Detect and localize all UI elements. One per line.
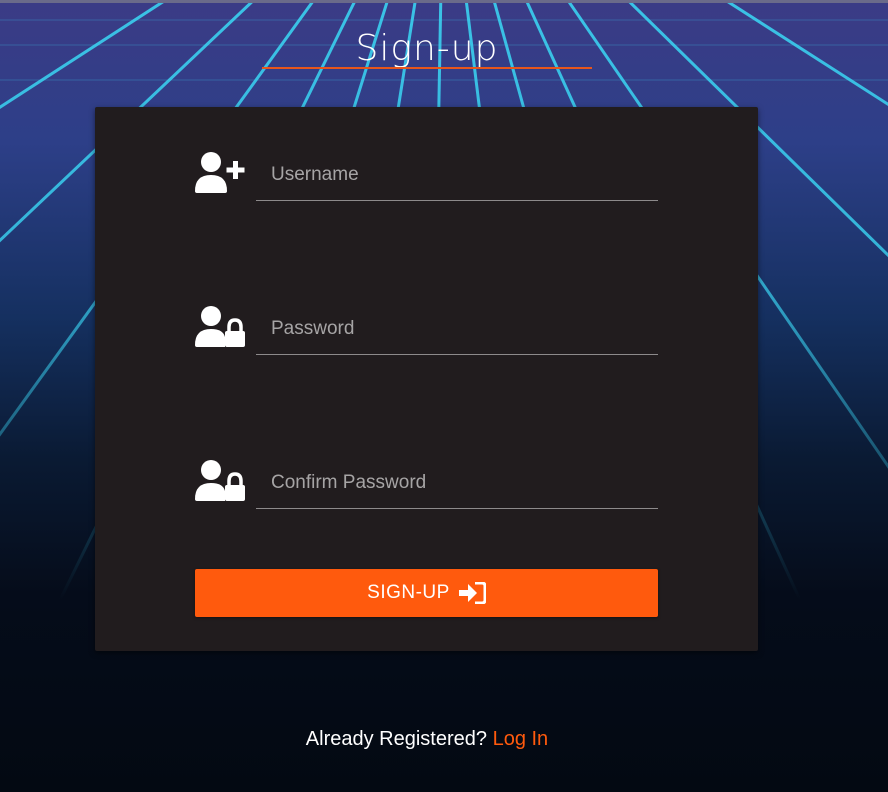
signup-button-label: SIGN-UP — [367, 582, 450, 603]
signup-button[interactable]: SIGN-UP — [195, 569, 658, 617]
confirm-password-row — [195, 455, 658, 515]
page-title: Sign-up — [355, 28, 499, 69]
username-input[interactable] — [256, 149, 658, 201]
password-row — [195, 301, 658, 361]
login-prompt-text: Already Registered? — [305, 728, 488, 750]
signup-page: Sign-up Username SIGN-UP Already Registe… — [0, 0, 888, 792]
username-row — [195, 147, 658, 207]
top-edge — [0, 0, 888, 3]
signup-card: SIGN-UP — [95, 107, 758, 651]
user-lock-icon — [195, 306, 245, 347]
user-plus-icon — [195, 152, 245, 193]
title-underline — [262, 67, 592, 69]
confirm-password-input[interactable] — [256, 457, 658, 509]
user-lock-icon — [195, 460, 245, 501]
password-input[interactable] — [256, 303, 658, 355]
login-link[interactable]: Log In — [493, 728, 549, 750]
sign-in-icon — [458, 582, 486, 604]
login-prompt: Already Registered? Log In — [0, 728, 854, 751]
